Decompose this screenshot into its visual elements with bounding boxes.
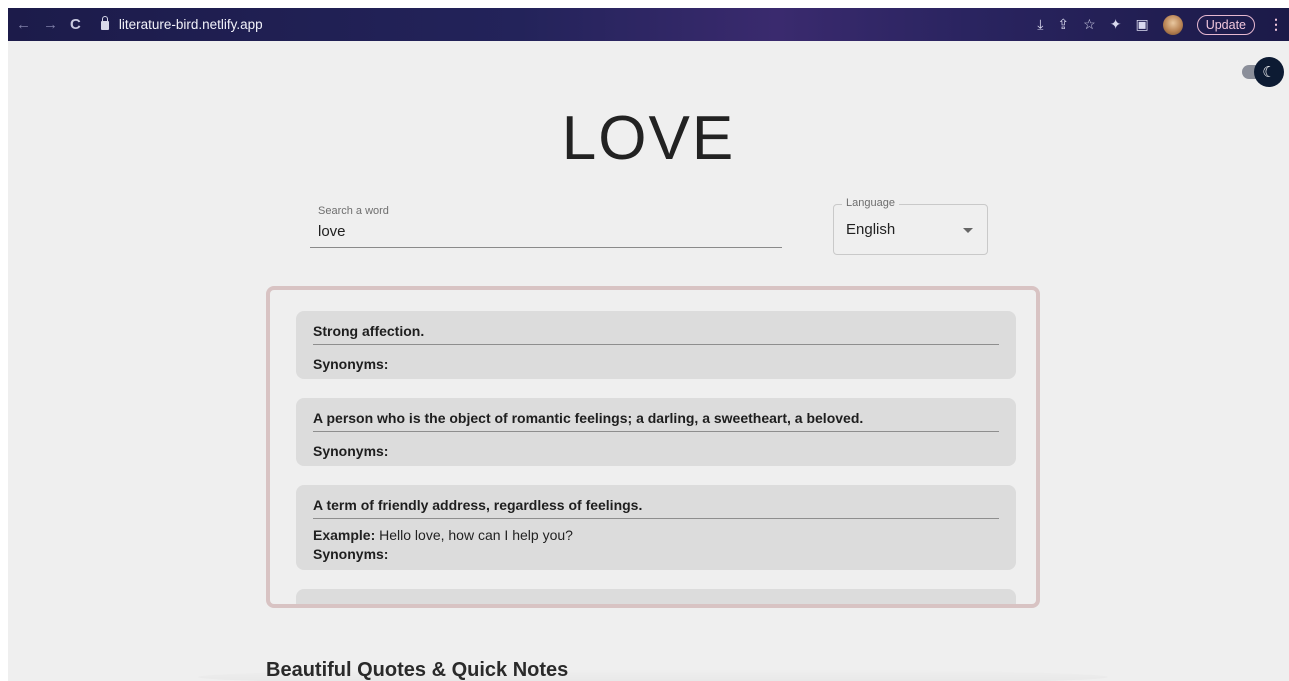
browser-toolbar: ← → C literature-bird.netlify.app ⤓ ⇪ ☆ … bbox=[8, 8, 1289, 41]
synonyms-label: Synonyms: bbox=[313, 546, 389, 562]
definition-card-partial bbox=[296, 589, 1016, 604]
page-content: ☾ LOVE Search a word Language English St… bbox=[8, 41, 1289, 681]
definition-text: Strong affection. bbox=[313, 323, 425, 339]
address-bar[interactable]: literature-bird.netlify.app bbox=[100, 16, 263, 32]
search-field[interactable]: Search a word bbox=[310, 201, 782, 248]
section-heading: Beautiful Quotes & Quick Notes bbox=[266, 659, 569, 681]
update-button[interactable]: Update bbox=[1196, 14, 1255, 35]
toggle-knob: ☾ bbox=[1254, 57, 1284, 87]
language-legend: Language bbox=[842, 197, 899, 209]
address-url: literature-bird.netlify.app bbox=[118, 17, 263, 32]
install-icon[interactable]: ⤓ bbox=[1037, 16, 1043, 33]
moon-icon: ☾ bbox=[1262, 63, 1276, 81]
lock-icon bbox=[100, 16, 109, 30]
search-input[interactable] bbox=[318, 223, 758, 240]
synonyms-label: Synonyms: bbox=[313, 356, 389, 372]
example-text: Hello love, how can I help you? bbox=[379, 527, 573, 543]
page-title: LOVE bbox=[561, 104, 736, 173]
extensions-icon[interactable]: ✦ bbox=[1110, 16, 1122, 33]
definitions-panel[interactable]: Strong affection. Synonyms: A person who… bbox=[266, 286, 1040, 608]
browser-menu-icon[interactable]: ⋮ bbox=[1269, 16, 1283, 33]
bookmark-star-icon[interactable]: ☆ bbox=[1083, 16, 1096, 33]
definition-text: A term of friendly address, regardless o… bbox=[313, 497, 643, 513]
language-value: English bbox=[846, 221, 896, 238]
side-panel-icon[interactable]: ▣ bbox=[1135, 16, 1148, 33]
forward-button[interactable]: → bbox=[43, 16, 58, 33]
definition-card: A person who is the object of romantic f… bbox=[296, 398, 1016, 466]
divider bbox=[313, 518, 999, 519]
browser-actions: ⤓ ⇪ ☆ ✦ ▣ Update ⋮ bbox=[1037, 8, 1289, 41]
back-button[interactable]: ← bbox=[16, 16, 31, 33]
synonyms-label: Synonyms: bbox=[313, 443, 389, 459]
reload-button[interactable]: C bbox=[70, 16, 81, 33]
nav-buttons: ← → C bbox=[8, 16, 81, 33]
example-label: Example: bbox=[313, 527, 376, 543]
definition-card: A term of friendly address, regardless o… bbox=[296, 485, 1016, 570]
definition-text: A person who is the object of romantic f… bbox=[313, 410, 864, 426]
search-label: Search a word bbox=[318, 205, 389, 217]
definition-card: Strong affection. Synonyms: bbox=[296, 311, 1016, 379]
dropdown-arrow-icon bbox=[963, 228, 973, 233]
divider bbox=[313, 344, 999, 345]
example-line: Example: Hello love, how can I help you? bbox=[313, 527, 573, 543]
theme-toggle[interactable]: ☾ bbox=[1242, 57, 1284, 87]
profile-avatar[interactable] bbox=[1162, 14, 1183, 35]
divider bbox=[313, 431, 999, 432]
share-icon[interactable]: ⇪ bbox=[1057, 16, 1069, 33]
language-select[interactable]: Language English bbox=[833, 197, 988, 255]
